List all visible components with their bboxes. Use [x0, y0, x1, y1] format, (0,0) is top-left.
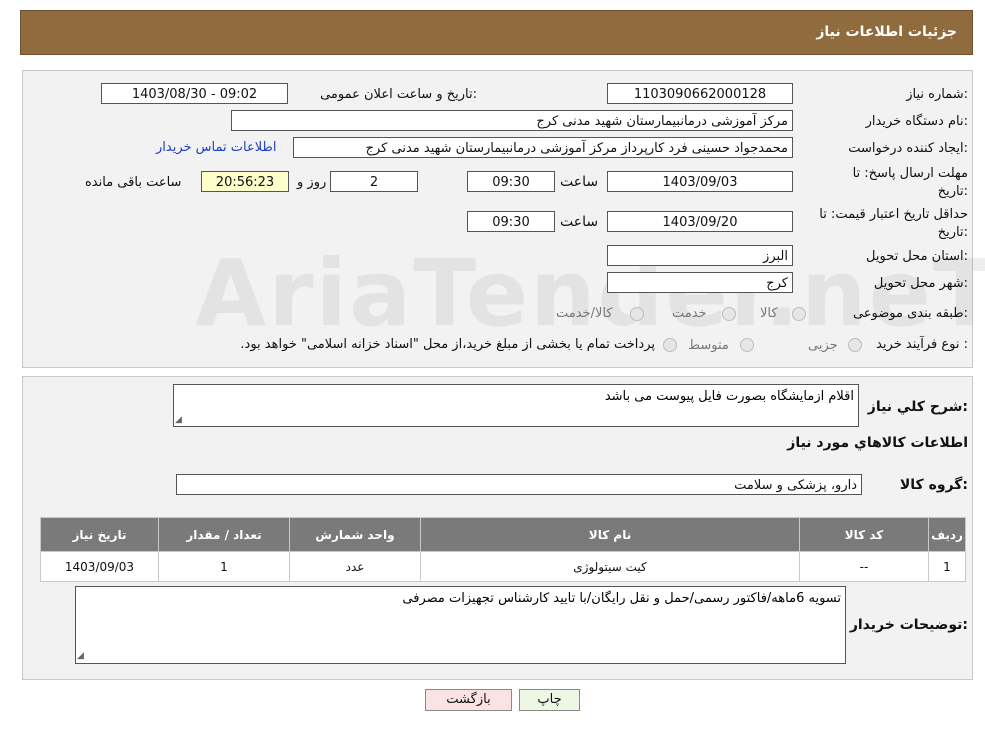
process-radio-minor[interactable]: [848, 338, 862, 352]
validity-label-2: تاریخ:: [937, 225, 968, 240]
process-label: نوع فرآیند خرید :: [876, 337, 968, 352]
creator-label: ایجاد کننده درخواست:: [848, 141, 968, 156]
category-option-service: خدمت: [672, 306, 707, 321]
back-button[interactable]: بازگشت: [425, 689, 512, 711]
table-header-row: رديف کد کالا نام کالا واحد شمارش تعداد /…: [40, 517, 966, 552]
description-label: شرح کلي نياز:: [867, 399, 968, 415]
col-code: کد کالا: [799, 517, 929, 552]
deadline-label-2: تاریخ:: [937, 184, 968, 199]
category-option-goods: کالا: [760, 306, 778, 321]
cell-unit: عدد: [289, 551, 421, 582]
col-qty: تعداد / مقدار: [158, 517, 290, 552]
col-unit: واحد شمارش: [289, 517, 421, 552]
process-radio-treasury[interactable]: [663, 338, 677, 352]
col-date: تاريخ نياز: [40, 517, 159, 552]
province-field: البرز: [607, 245, 793, 266]
category-label: طبقه بندی موضوعی:: [852, 306, 968, 321]
process-note: پرداخت تمام یا بخشی از مبلغ خرید،از محل …: [240, 337, 655, 352]
buyer-label: نام دستگاه خریدار:: [865, 114, 968, 129]
col-name: نام کالا: [420, 517, 800, 552]
need-number-field: 1103090662000128: [607, 83, 793, 104]
validity-time-label: ساعت: [560, 214, 599, 230]
items-table: رديف کد کالا نام کالا واحد شمارش تعداد /…: [40, 517, 966, 582]
validity-date-field: 1403/09/20: [607, 211, 793, 232]
validity-label: حداقل تاریخ اعتبار قیمت: تا: [819, 207, 968, 222]
print-button[interactable]: چاپ: [519, 689, 580, 711]
category-radio-service[interactable]: [722, 307, 736, 321]
days-field: 2: [330, 171, 418, 192]
deadline-time-field: 09:30: [467, 171, 555, 192]
cell-name: کیت سیتولوژی: [420, 551, 800, 582]
cell-row: 1: [928, 551, 966, 582]
process-radio-medium[interactable]: [740, 338, 754, 352]
category-radio-goods-service[interactable]: [630, 307, 644, 321]
process-option-medium: متوسط: [688, 338, 729, 353]
province-label: استان محل تحویل:: [866, 249, 968, 264]
page-header: جزئیات اطلاعات نیاز: [20, 10, 973, 55]
group-label: گروه کالا:: [899, 477, 968, 493]
col-row: رديف: [928, 517, 966, 552]
days-label: روز و: [297, 175, 327, 190]
cell-date: 1403/09/03: [40, 551, 159, 582]
buyer-notes-label: توضيحات خريدار:: [849, 617, 968, 633]
deadline-date-field: 1403/09/03: [607, 171, 793, 192]
remaining-label: ساعت باقی مانده: [85, 175, 182, 190]
group-field: دارو، پزشکی و سلامت: [176, 474, 862, 495]
city-label: شهر محل تحویل:: [873, 276, 968, 291]
process-option-minor: جزیی: [808, 338, 838, 353]
resize-grip-icon[interactable]: ◢: [175, 415, 182, 425]
buyer-field: مرکز آموزشی درمانبیمارستان شهید مدنی کرج: [231, 110, 793, 131]
table-row: 1 -- کیت سیتولوژی عدد 1 1403/09/03: [40, 551, 966, 582]
cell-qty: 1: [158, 551, 290, 582]
creator-field: محمدجواد حسینی فرد کارپرداز مرکز آموزشی …: [293, 137, 793, 158]
buyer-contact-link[interactable]: اطلاعات تماس خریدار: [156, 140, 276, 155]
remaining-time-field: 20:56:23: [201, 171, 289, 192]
description-textarea[interactable]: اقلام ازمایشگاه بصورت فایل پیوست می باشد: [173, 384, 859, 427]
category-radio-goods[interactable]: [792, 307, 806, 321]
buyer-notes-textarea[interactable]: تسویه 6ماهه/فاکتور رسمی/حمل و نقل رایگان…: [75, 586, 846, 664]
need-number-label: شماره نیاز:: [906, 87, 968, 102]
deadline-label: مهلت ارسال پاسخ: تا: [852, 166, 968, 181]
resize-grip-icon[interactable]: ◢: [77, 651, 84, 661]
page-title: جزئیات اطلاعات نیاز: [816, 24, 957, 40]
validity-time-field: 09:30: [467, 211, 555, 232]
deadline-time-label: ساعت: [560, 174, 599, 190]
category-option-goods-service: کالا/خدمت: [556, 306, 613, 321]
announce-field: 1403/08/30 - 09:02: [101, 83, 288, 104]
items-heading: اطلاعات کالاهاي مورد نياز: [787, 435, 968, 451]
city-field: کرج: [607, 272, 793, 293]
announce-label: تاریخ و ساعت اعلان عمومی:: [320, 87, 477, 102]
cell-code: --: [799, 551, 929, 582]
